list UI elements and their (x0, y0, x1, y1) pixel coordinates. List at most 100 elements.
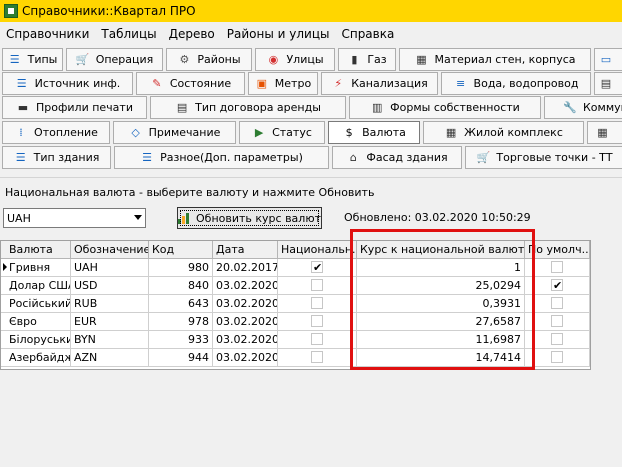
misc-params-button[interactable]: ☰ Разное(Доп. параметры) (114, 146, 329, 169)
default-checkbox[interactable] (551, 351, 563, 363)
col-date[interactable]: Дата (213, 241, 278, 259)
print-profiles-button[interactable]: ▬ Профили печати (2, 96, 147, 119)
col-rate[interactable]: Курс к национальной валюте (357, 241, 525, 259)
state-button[interactable]: ✎ Состояние (136, 72, 245, 95)
cell-national[interactable] (278, 313, 357, 331)
table-row[interactable]: Російський рRUB64303.02.2020 0,3931 (1, 295, 590, 313)
cell-default[interactable] (525, 349, 590, 367)
national-checkbox[interactable] (311, 297, 323, 309)
streets-button[interactable]: ◉ Улицы (255, 48, 335, 71)
default-checkbox[interactable] (551, 315, 563, 327)
cell-rate[interactable]: 27,6587 (357, 313, 525, 331)
national-checkbox[interactable] (311, 333, 323, 345)
cell-date[interactable]: 03.02.2020 (213, 295, 278, 313)
cell-code[interactable]: 980 (149, 259, 213, 277)
cell-code[interactable]: 933 (149, 331, 213, 349)
cell-default[interactable] (525, 331, 590, 349)
cell-national[interactable] (278, 259, 357, 277)
wall-material-button[interactable]: ▦ Материал стен, корпуса (399, 48, 591, 71)
note-button[interactable]: ◇ Примечание (113, 121, 236, 144)
tab-currency[interactable]: $ Валюта (328, 121, 420, 144)
cell-symbol[interactable]: RUB (71, 295, 149, 313)
table-row[interactable]: БілоруськийBYN93303.02.2020 11,6987 (1, 331, 590, 349)
national-checkbox[interactable] (311, 351, 323, 363)
cell-symbol[interactable]: USD (71, 277, 149, 295)
cell-rate[interactable]: 1 (357, 259, 525, 277)
national-checkbox[interactable] (311, 259, 323, 276)
cell-national[interactable] (278, 277, 357, 295)
status-button[interactable]: ▶ Статус (239, 121, 325, 144)
cell-currency[interactable]: Гривня (1, 259, 71, 277)
menu-districts-streets[interactable]: Районы и улицы (221, 27, 336, 41)
cell-date[interactable]: 03.02.2020 (213, 277, 278, 295)
water-button[interactable]: ≡ Вода, водопровод (441, 72, 591, 95)
cell-national[interactable] (278, 331, 357, 349)
gas-button[interactable]: ▮ Газ (338, 48, 396, 71)
operation-button[interactable]: 🛒 Операция (66, 48, 163, 71)
cell-rate[interactable]: 25,0294 (357, 277, 525, 295)
menu-tree[interactable]: Дерево (163, 27, 221, 41)
heating-button[interactable]: ⁞ Отопление (2, 121, 110, 144)
table-row[interactable]: ГривняUAH98020.02.2017 1 (1, 259, 590, 277)
cell-code[interactable]: 978 (149, 313, 213, 331)
ownership-forms-button[interactable]: ▥ Формы собственности (349, 96, 541, 119)
building-type-button[interactable]: ☰ Тип здания (2, 146, 111, 169)
cell-currency[interactable]: Азербайджа (1, 349, 71, 367)
communal-button[interactable]: 🔧Коммун (544, 96, 622, 119)
national-checkbox[interactable] (311, 315, 323, 327)
cell-date[interactable]: 03.02.2020 (213, 349, 278, 367)
cell-default[interactable] (525, 259, 590, 277)
grid-button[interactable]: ▦ (587, 121, 622, 144)
cell-currency[interactable]: Долар США (1, 277, 71, 295)
menu-references[interactable]: Справочники (0, 27, 95, 41)
default-checkbox[interactable] (551, 333, 563, 345)
metro-button[interactable]: ▣ Метро (248, 72, 318, 95)
cell-default[interactable] (525, 277, 590, 295)
default-checkbox[interactable] (551, 261, 563, 273)
residential-complex-button[interactable]: ▦ Жилой комплекс (423, 121, 584, 144)
cell-default[interactable] (525, 313, 590, 331)
cell-symbol[interactable]: AZN (71, 349, 149, 367)
cell-code[interactable]: 643 (149, 295, 213, 313)
cell-rate[interactable]: 14,7414 (357, 349, 525, 367)
table-row[interactable]: Долар США USD 840 03.02.2020 25,0294 (1, 277, 590, 295)
cell-rate[interactable]: 11,6987 (357, 331, 525, 349)
cell-rate[interactable]: 0,3931 (357, 295, 525, 313)
cell-symbol[interactable]: UAH (71, 259, 149, 277)
cell-currency[interactable]: Євро (1, 313, 71, 331)
cell-code[interactable]: 840 (149, 277, 213, 295)
info-source-button[interactable]: ☰ Источник инф. (2, 72, 133, 95)
menu-tables[interactable]: Таблицы (95, 27, 162, 41)
cell-symbol[interactable]: BYN (71, 331, 149, 349)
sewer-button[interactable]: ⚡ Канализация (321, 72, 438, 95)
default-checkbox[interactable] (551, 297, 563, 309)
cell-currency[interactable]: Російський р (1, 295, 71, 313)
default-checkbox[interactable] (551, 277, 563, 294)
update-rates-button[interactable]: Обновить курс валют (177, 207, 322, 229)
lease-type-button[interactable]: ▤ Тип договора аренды (150, 96, 346, 119)
doc-button[interactable]: ▤ (594, 72, 622, 95)
types-button[interactable]: ☰ Типы (2, 48, 63, 71)
col-code[interactable]: Код (149, 241, 213, 259)
col-default[interactable]: По умолч... (525, 241, 590, 259)
national-checkbox[interactable] (311, 279, 323, 291)
table-row[interactable]: Євро EUR 978 03.02.2020 27,6587 (1, 313, 590, 331)
cell-date[interactable]: 03.02.2020 (213, 331, 278, 349)
col-national[interactable]: Национальн... (278, 241, 357, 259)
col-symbol[interactable]: Обозначение (71, 241, 149, 259)
currency-select[interactable]: UAH (3, 208, 146, 228)
cell-symbol[interactable]: EUR (71, 313, 149, 331)
cell-national[interactable] (278, 295, 357, 313)
cell-currency[interactable]: Білоруський (1, 331, 71, 349)
menu-help[interactable]: Справка (335, 27, 400, 41)
retail-points-button[interactable]: 🛒 Торговые точки - ТТ (465, 146, 622, 169)
table-row[interactable]: АзербайджаAZN94403.02.2020 14,7414 (1, 349, 590, 367)
cell-code[interactable]: 944 (149, 349, 213, 367)
cell-date[interactable]: 03.02.2020 (213, 313, 278, 331)
facade-button[interactable]: ⌂ Фасад здания (332, 146, 462, 169)
cell-date[interactable]: 20.02.2017 (213, 259, 278, 277)
cell-national[interactable] (278, 349, 357, 367)
districts-button[interactable]: ⚙ Районы (166, 48, 252, 71)
col-currency[interactable]: Валюта (1, 241, 71, 259)
monitor-button[interactable]: ▭ (594, 48, 622, 71)
